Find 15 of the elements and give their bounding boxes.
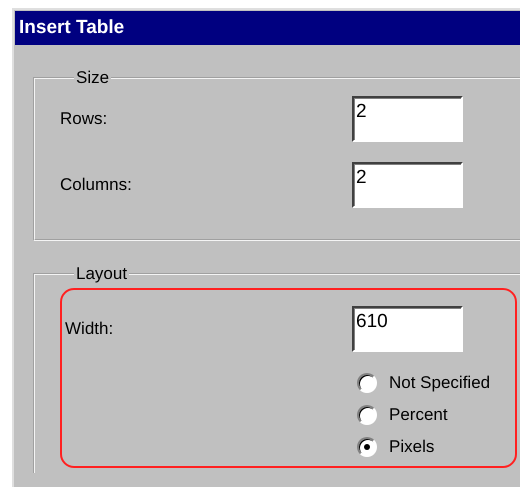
radio-button[interactable] [357,437,377,457]
number-input[interactable]: 2 [352,96,463,142]
radio-label[interactable]: Not Specified [389,372,490,394]
number-input[interactable]: 2 [352,162,463,208]
group-title: Size [75,69,110,86]
field-label: Rows: [60,108,108,130]
group-title: Layout [75,265,128,282]
field-label: Width: [65,318,114,340]
radio-label[interactable]: Pixels [389,436,434,458]
number-input[interactable]: 610 [352,306,463,352]
radio-button[interactable] [357,405,377,425]
radio-button[interactable] [357,373,377,393]
field-label: Columns: [60,174,133,196]
radio-label[interactable]: Percent [389,404,448,426]
window-title: Insert Table [15,11,520,45]
